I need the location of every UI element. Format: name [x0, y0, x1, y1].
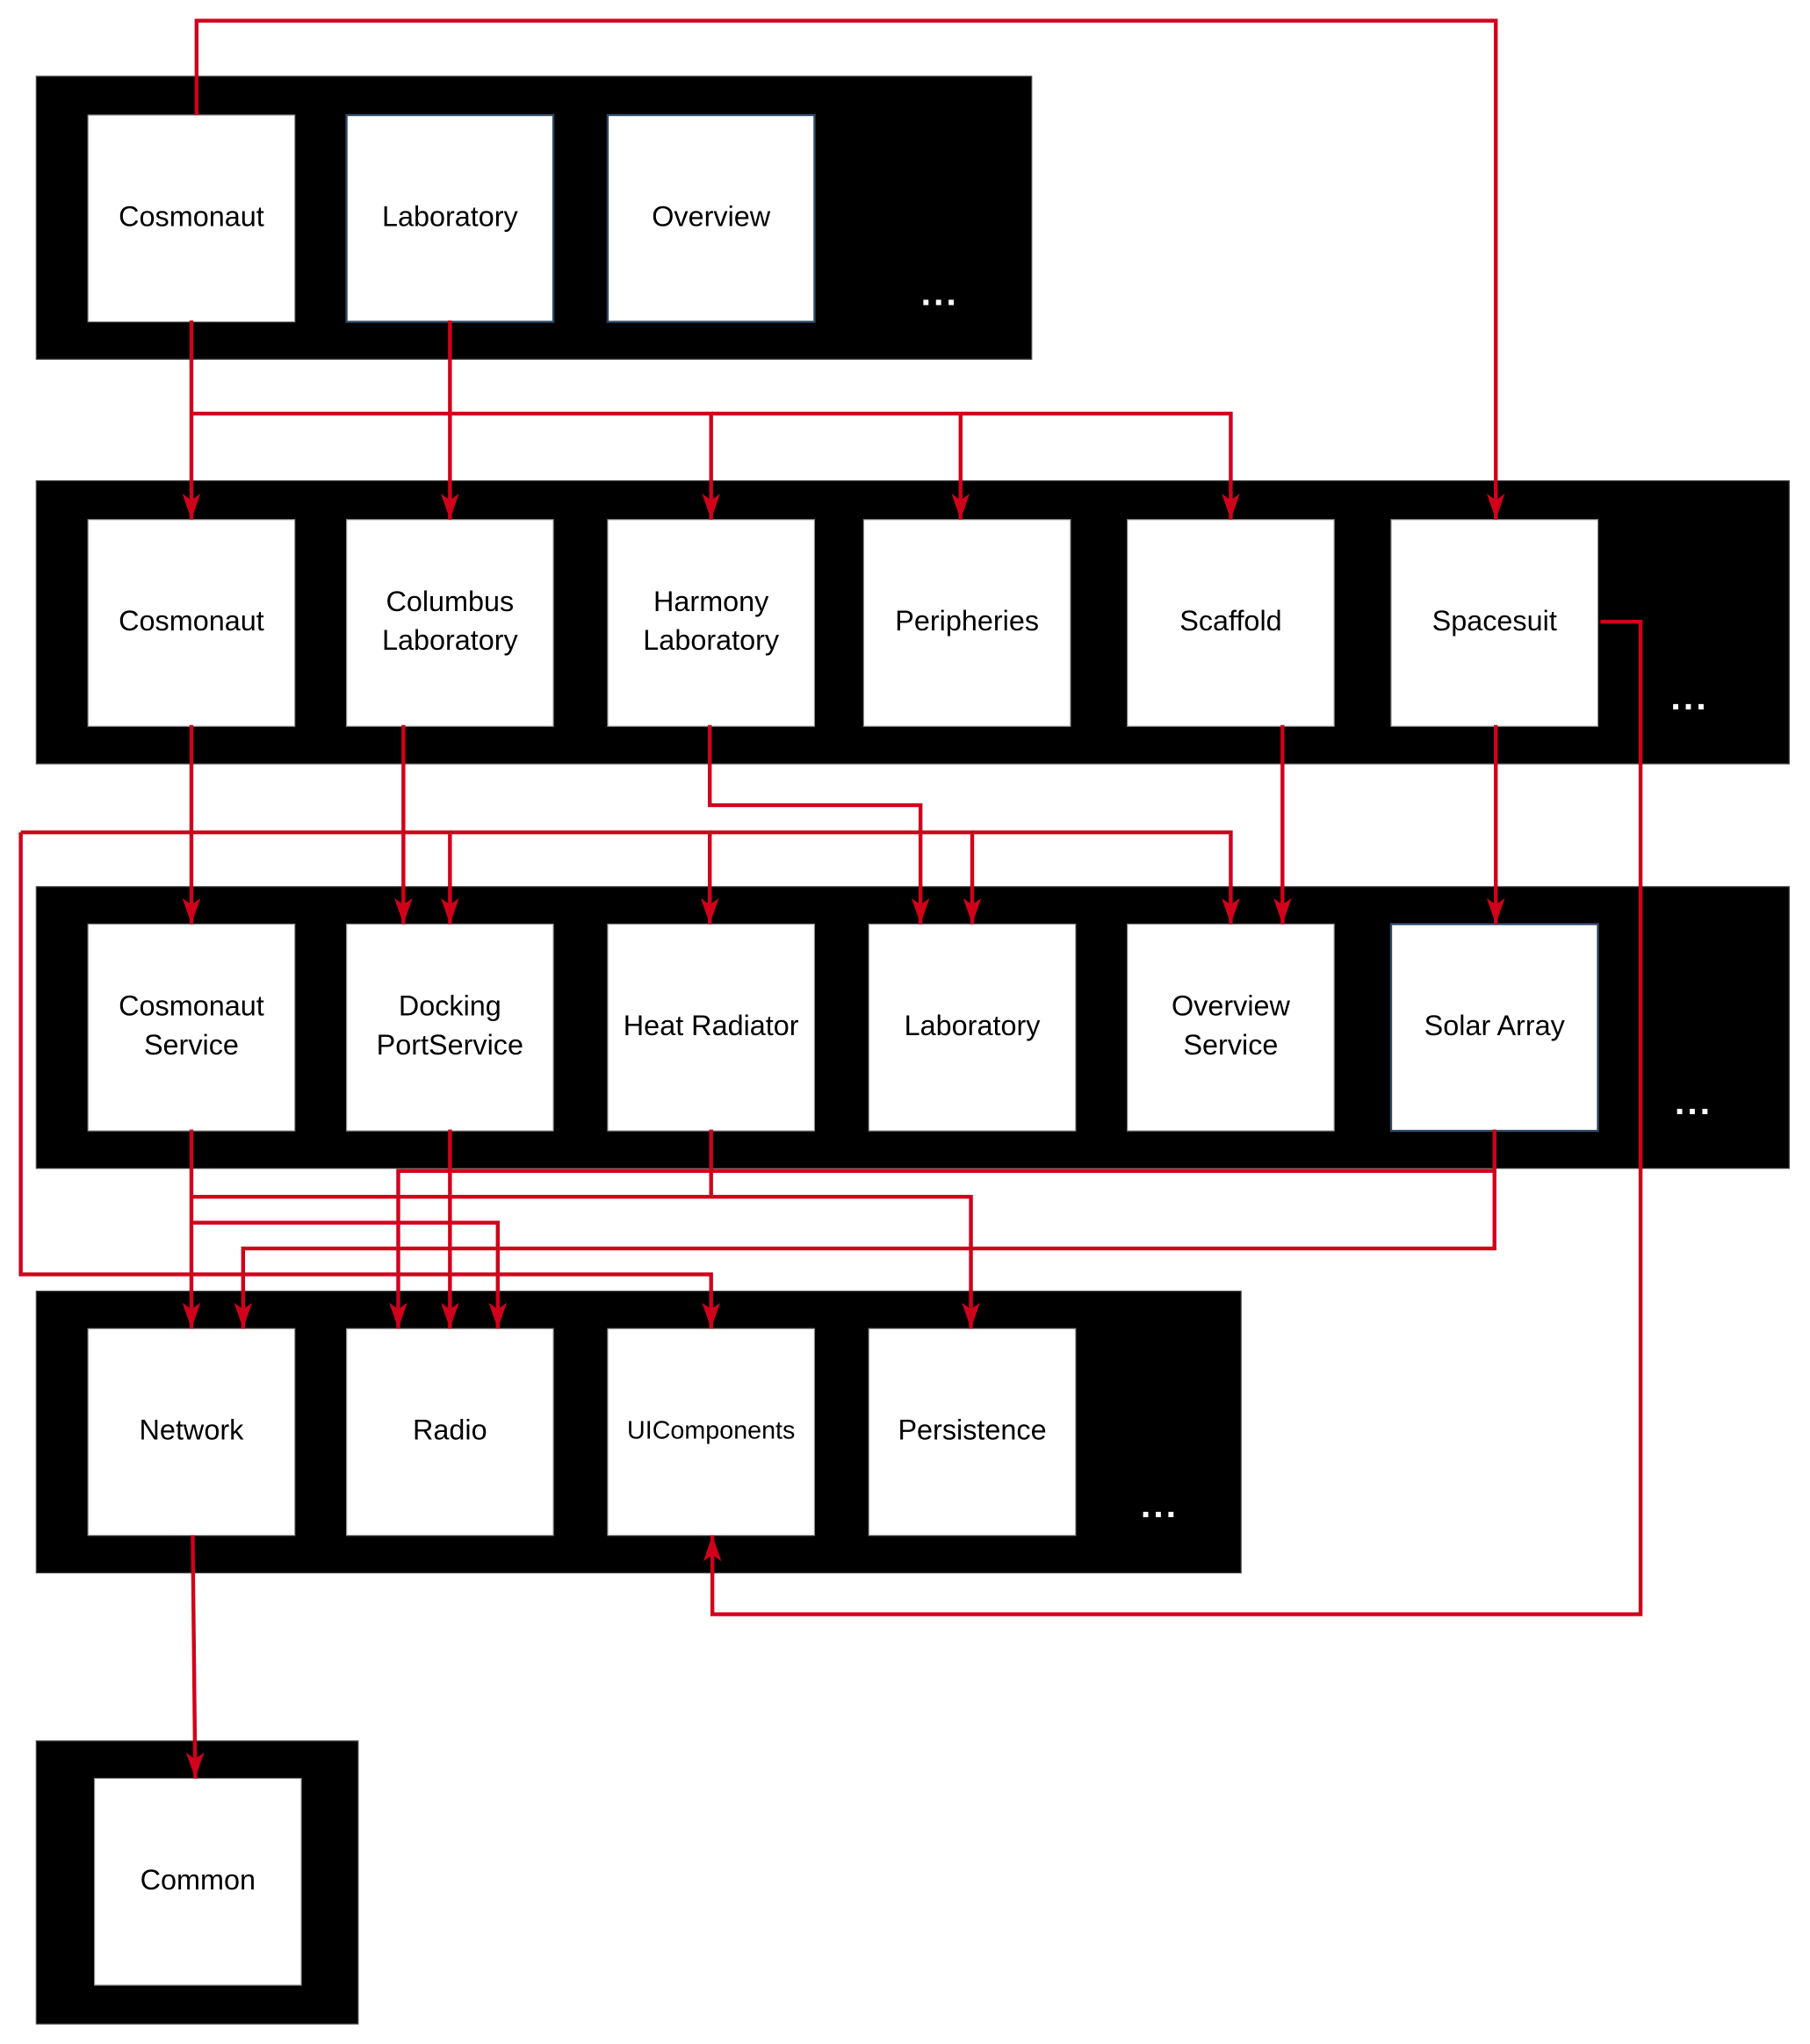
- module-l3-overview-service[interactable]: Overview Service: [1127, 923, 1335, 1132]
- module-l3-cosmonaut-service[interactable]: Cosmonaut Service: [87, 923, 296, 1132]
- module-label: Harmony: [653, 586, 769, 617]
- module-label: Laboratory: [643, 624, 780, 656]
- module-l4-persistence[interactable]: Persistence: [868, 1328, 1077, 1537]
- module-l2-spacesuit[interactable]: Spacesuit: [1390, 519, 1599, 727]
- module-l2-columbus-laboratory[interactable]: Columbus Laboratory: [345, 519, 554, 727]
- module-label: Radio: [413, 1414, 487, 1446]
- module-label: Cosmonaut: [119, 200, 264, 232]
- module-l1-cosmonaut[interactable]: Cosmonaut: [87, 114, 296, 323]
- module-label: Network: [140, 1414, 245, 1446]
- module-label: Laboratory: [382, 200, 519, 232]
- module-label: Overview: [652, 200, 771, 232]
- module-label: Peripheries: [895, 605, 1039, 637]
- layer-4: Network Radio UIComponents Persistence...: [35, 1290, 1242, 1574]
- layer-3: Cosmonaut Service Docking PortService Heat R…: [35, 886, 1790, 1170]
- module-label: Service: [144, 1029, 239, 1061]
- module-l2-cosmonaut[interactable]: Cosmonaut: [87, 519, 296, 727]
- module-l2-scaffold[interactable]: Scaffold: [1127, 519, 1335, 727]
- architecture-diagram: Cosmonaut Laboratory Overview... Cosmonaut C…: [0, 0, 1810, 2044]
- module-box[interactable]: [1127, 923, 1335, 1132]
- module-l2-harmony-laboratory[interactable]: Harmony Laboratory: [607, 519, 816, 727]
- module-label: Solar Array: [1424, 1010, 1566, 1041]
- module-l5-common[interactable]: Common: [93, 1777, 302, 1986]
- diagram-canvas: Cosmonaut Laboratory Overview...CosmonautC…: [18, 18, 1790, 2025]
- module-l4-uicomponents[interactable]: UIComponents: [607, 1328, 816, 1537]
- module-label: UIComponents: [627, 1417, 795, 1445]
- more-modules-ellipsis: ...: [1141, 1485, 1179, 1525]
- layer-1: Cosmonaut Laboratory Overview...: [35, 76, 1033, 360]
- module-label: Spacesuit: [1432, 605, 1557, 637]
- module-label: Docking: [399, 990, 501, 1022]
- module-box[interactable]: [607, 519, 816, 727]
- module-label: PortService: [377, 1029, 523, 1061]
- module-box[interactable]: [345, 923, 554, 1132]
- module-l2-peripheries[interactable]: Peripheries: [862, 519, 1071, 727]
- module-label: Heat Radiator: [624, 1010, 799, 1041]
- module-label: Overview: [1172, 990, 1291, 1022]
- module-l3-solar-array[interactable]: Solar Array: [1389, 923, 1599, 1133]
- module-l3-docking-portservice[interactable]: Docking PortService: [345, 923, 554, 1132]
- module-label: Cosmonaut: [119, 605, 264, 637]
- more-modules-ellipsis: ...: [1670, 677, 1708, 717]
- module-label: Columbus: [386, 586, 514, 617]
- module-l3-heat-radiator[interactable]: Heat Radiator: [607, 923, 816, 1132]
- more-modules-ellipsis: ...: [1675, 1082, 1713, 1122]
- edge-line: [191, 1535, 198, 1779]
- module-l4-network[interactable]: Network: [87, 1328, 296, 1537]
- module-l1-laboratory[interactable]: Laboratory: [345, 113, 555, 323]
- module-l1-overview[interactable]: Overview: [606, 113, 816, 323]
- module-label: Laboratory: [382, 624, 519, 656]
- layer-2: Cosmonaut Columbus Laboratory Harmony Labora…: [35, 480, 1790, 765]
- module-label: Laboratory: [905, 1010, 1042, 1041]
- module-label: Scaffold: [1179, 605, 1281, 637]
- module-l3-laboratory[interactable]: Laboratory: [868, 923, 1077, 1132]
- module-box[interactable]: [345, 519, 554, 727]
- more-modules-ellipsis: ...: [921, 272, 959, 313]
- module-l4-radio[interactable]: Radio: [345, 1328, 554, 1537]
- module-box[interactable]: [87, 923, 296, 1132]
- layer-5: Common: [35, 1740, 359, 2025]
- module-label: Common: [141, 1864, 256, 1896]
- module-label: Persistence: [898, 1414, 1046, 1446]
- layers: Cosmonaut Laboratory Overview...CosmonautC…: [35, 76, 1790, 2025]
- module-label: Cosmonaut: [119, 990, 264, 1022]
- module-label: Service: [1183, 1029, 1278, 1061]
